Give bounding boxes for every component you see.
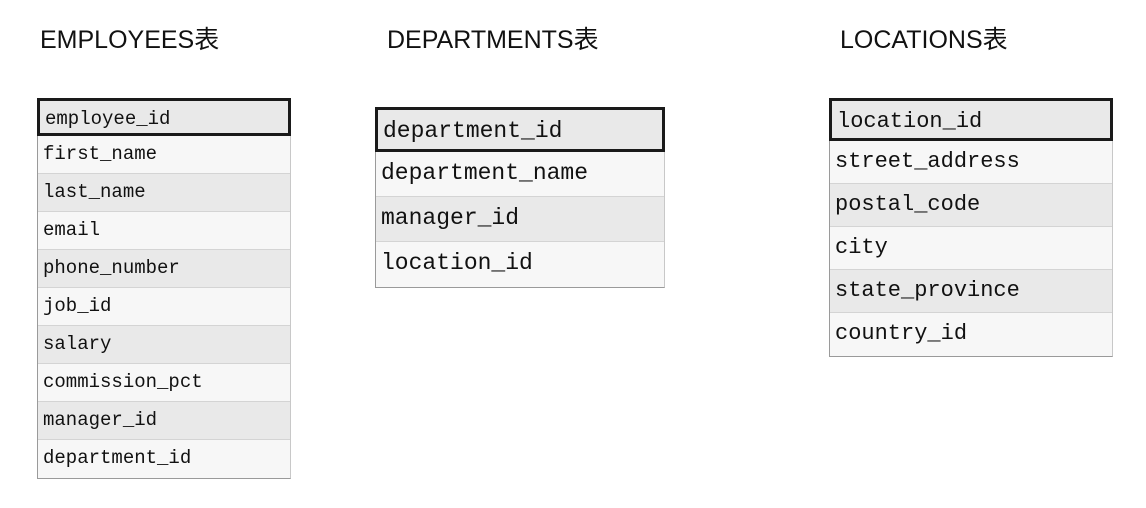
employees-field-manager-id: manager_id: [38, 402, 290, 440]
locations-field-state-province: state_province: [830, 270, 1112, 313]
departments-field-manager-id: manager_id: [376, 197, 664, 242]
employees-field-salary: salary: [38, 326, 290, 364]
locations-field-country-id: country_id: [830, 313, 1112, 356]
locations-field-city: city: [830, 227, 1112, 270]
employees-field-department-id: department_id: [38, 440, 290, 478]
departments-field-department-id: department_id: [375, 107, 665, 152]
employees-field-email: email: [38, 212, 290, 250]
employees-field-last-name: last_name: [38, 174, 290, 212]
departments-field-list: department_id department_name manager_id…: [375, 107, 665, 288]
employees-field-job-id: job_id: [38, 288, 290, 326]
employees-table-title: EMPLOYEES表: [40, 26, 220, 54]
employees-field-list: employee_id first_name last_name email p…: [37, 98, 291, 479]
departments-table-title: DEPARTMENTS表: [387, 26, 599, 54]
employees-field-commission-pct: commission_pct: [38, 364, 290, 402]
departments-field-location-id: location_id: [376, 242, 664, 287]
locations-field-postal-code: postal_code: [830, 184, 1112, 227]
employees-field-first-name: first_name: [38, 136, 290, 174]
locations-field-location-id: location_id: [829, 98, 1113, 141]
locations-field-list: location_id street_address postal_code c…: [829, 98, 1113, 357]
locations-field-street-address: street_address: [830, 141, 1112, 184]
departments-field-department-name: department_name: [376, 152, 664, 197]
employees-field-phone-number: phone_number: [38, 250, 290, 288]
locations-table-title: LOCATIONS表: [840, 26, 1008, 54]
employees-field-employee-id: employee_id: [37, 98, 291, 136]
